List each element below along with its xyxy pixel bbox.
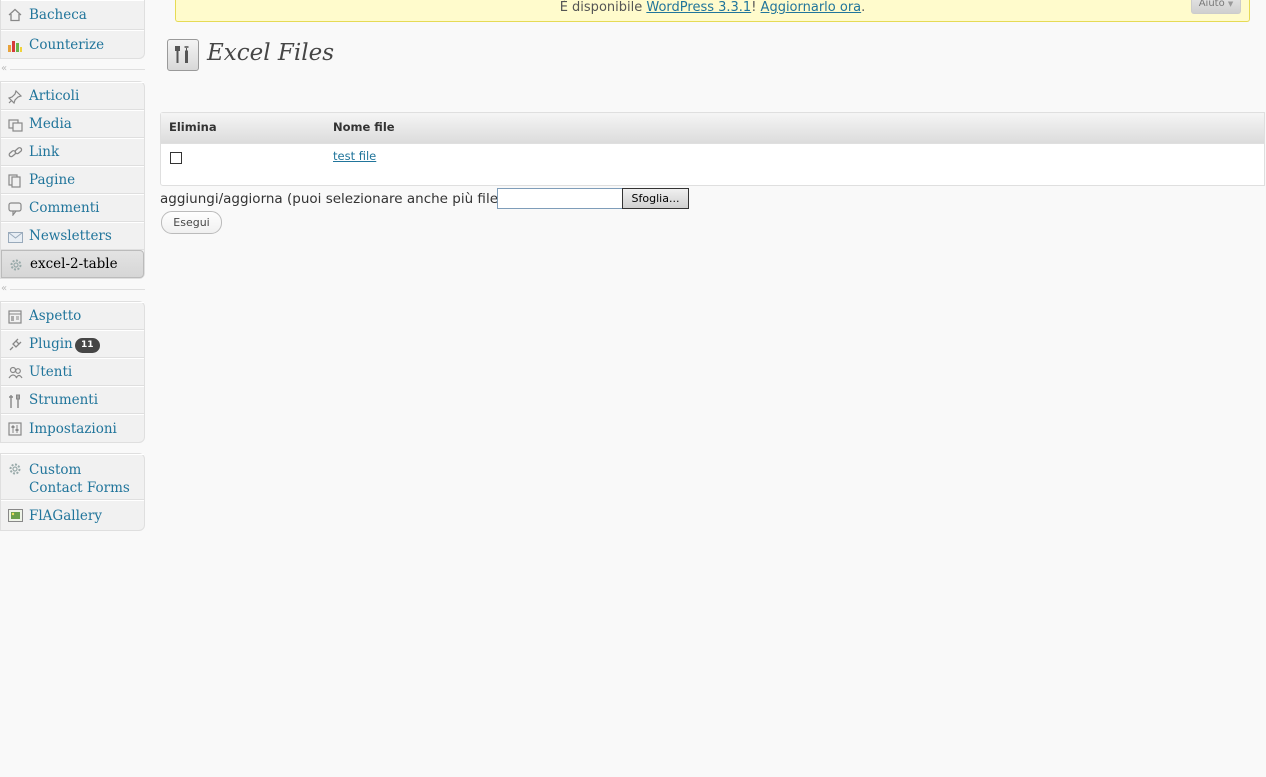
chevron-down-icon: ▼ xyxy=(1227,0,1234,8)
media-icon xyxy=(7,117,23,133)
sidebar-item-counterize[interactable]: Counterize xyxy=(1,30,144,58)
pages-icon xyxy=(7,173,23,189)
menu-group-dashboard: Bacheca Counterize xyxy=(0,0,145,59)
sidebar-item-label: Bacheca xyxy=(29,7,87,23)
collapse-arrow-icon[interactable]: « xyxy=(1,283,7,294)
sidebar-item-label: Custom Contact Forms xyxy=(29,461,130,497)
sidebar-item-label: Media xyxy=(29,116,72,132)
sidebar-item-label: Articoli xyxy=(29,88,80,104)
menu-separator: « xyxy=(0,59,146,81)
sidebar-item-custom-contact-forms[interactable]: Custom Contact Forms xyxy=(1,454,144,500)
sidebar-item-label: Utenti xyxy=(29,364,73,380)
menu-group-plugins: Custom Contact Forms FlAGallery xyxy=(0,453,145,531)
bar-chart-icon xyxy=(7,37,23,53)
dashboard-icon xyxy=(7,7,23,23)
envelope-icon xyxy=(7,229,23,245)
sidebar-item-strumenti[interactable]: Strumenti xyxy=(1,386,144,414)
admin-sidebar: Bacheca Counterize « Articoli Media Link… xyxy=(0,0,146,531)
sidebar-item-label: Newsletters xyxy=(29,228,112,244)
table-header: Elimina Nome file xyxy=(161,113,1264,144)
update-notice: È disponibile WordPress 3.3.1! Aggiornar… xyxy=(175,0,1250,22)
sidebar-item-excel-2-table[interactable]: excel-2-table xyxy=(1,250,144,278)
sidebar-item-label: Strumenti xyxy=(29,392,99,408)
help-button[interactable]: Aiuto ▼ xyxy=(1191,0,1241,14)
sidebar-item-articoli[interactable]: Articoli xyxy=(1,82,144,110)
settings-icon xyxy=(7,421,23,437)
column-header-filename: Nome file xyxy=(333,120,395,134)
file-name-link[interactable]: test file xyxy=(333,149,376,163)
menu-group-content: Articoli Media Link Pagine Commenti News… xyxy=(0,81,145,279)
sidebar-item-label: Plugin xyxy=(29,336,73,352)
sidebar-item-label: Pagine xyxy=(29,172,76,188)
file-path-input[interactable] xyxy=(497,188,623,209)
sidebar-item-plugin[interactable]: Plugin 11 xyxy=(1,330,144,358)
menu-separator: « xyxy=(0,279,146,301)
sidebar-item-aspetto[interactable]: Aspetto xyxy=(1,302,144,330)
browse-button[interactable]: Sfoglia... xyxy=(622,188,689,209)
sidebar-item-commenti[interactable]: Commenti xyxy=(1,194,144,222)
sidebar-item-media[interactable]: Media xyxy=(1,110,144,138)
sidebar-item-label: excel-2-table xyxy=(30,256,118,272)
notice-suffix: . xyxy=(861,0,866,15)
sidebar-item-impostazioni[interactable]: Impostazioni xyxy=(1,414,144,442)
notice-middle: ! xyxy=(751,0,761,15)
collapse-arrow-icon[interactable]: « xyxy=(1,63,7,74)
plugin-icon xyxy=(7,337,23,353)
pushpin-icon xyxy=(7,89,23,105)
files-table: Elimina Nome file test file xyxy=(160,112,1265,186)
gear-icon xyxy=(7,461,23,477)
delete-checkbox[interactable] xyxy=(170,152,182,164)
sidebar-item-utenti[interactable]: Utenti xyxy=(1,358,144,386)
sidebar-item-flagallery[interactable]: FlAGallery xyxy=(1,500,144,530)
wordpress-version-link[interactable]: WordPress 3.3.1 xyxy=(646,0,751,15)
help-button-label: Aiuto xyxy=(1198,0,1225,9)
sidebar-item-label: Aspetto xyxy=(29,308,82,324)
sidebar-item-label: Counterize xyxy=(29,36,105,53)
sidebar-item-link[interactable]: Link xyxy=(1,138,144,166)
comment-icon xyxy=(7,201,23,217)
sidebar-item-label-line2: Contact Forms xyxy=(29,480,130,496)
users-icon xyxy=(7,365,23,381)
page-title: Excel Files xyxy=(207,40,335,66)
sidebar-item-label: Impostazioni xyxy=(29,420,117,437)
table-row: test file xyxy=(161,144,1264,186)
gallery-icon xyxy=(7,507,23,523)
upload-label: aggiungi/aggiorna (puoi selezionare anch… xyxy=(160,191,504,207)
sidebar-item-bacheca[interactable]: Bacheca xyxy=(1,0,144,30)
sidebar-item-label: Commenti xyxy=(29,200,100,216)
sidebar-item-label-line1: Custom xyxy=(29,462,82,478)
tools-icon xyxy=(7,393,23,409)
tools-page-icon xyxy=(167,39,199,71)
column-header-delete: Elimina xyxy=(169,120,217,134)
menu-group-admin: Aspetto Plugin 11 Utenti Strumenti Impos… xyxy=(0,301,145,443)
submit-button[interactable]: Esegui xyxy=(161,211,222,234)
update-count-badge: 11 xyxy=(75,338,100,353)
update-now-link[interactable]: Aggiornarlo ora xyxy=(761,0,862,15)
sidebar-item-pagine[interactable]: Pagine xyxy=(1,166,144,194)
notice-prefix: È disponibile xyxy=(559,0,647,15)
link-icon xyxy=(7,145,23,161)
gear-icon xyxy=(8,257,24,273)
sidebar-item-label: Link xyxy=(29,144,60,160)
appearance-icon xyxy=(7,309,23,325)
sidebar-item-newsletters[interactable]: Newsletters xyxy=(1,222,144,250)
sidebar-item-label: FlAGallery xyxy=(29,507,102,524)
